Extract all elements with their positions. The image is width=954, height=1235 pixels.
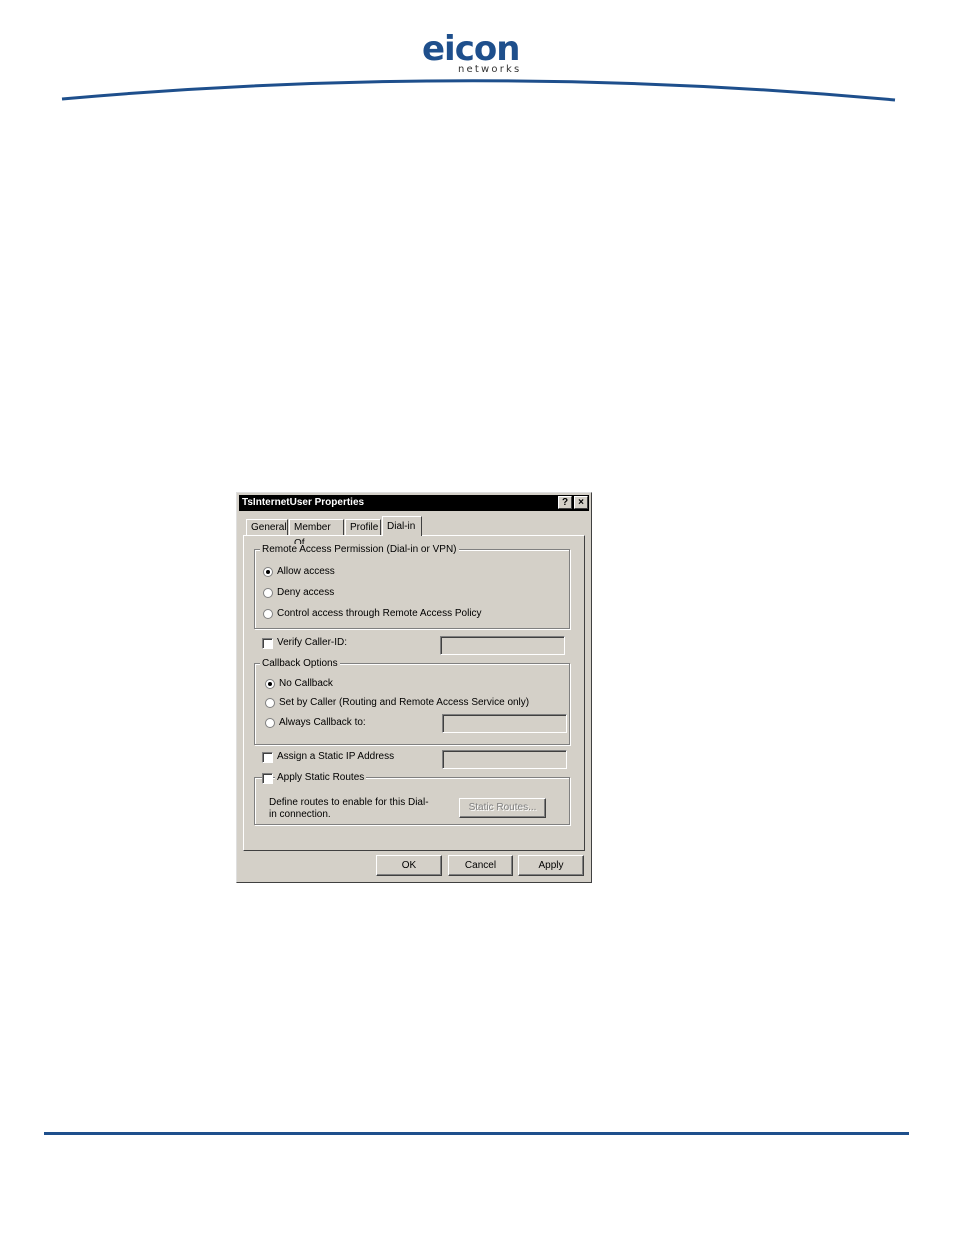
static-ip-label: Assign a Static IP Address: [277, 751, 395, 762]
properties-dialog: TsInternetUser Properties ? × General Me…: [236, 492, 592, 883]
static-ip-field[interactable]: [442, 750, 567, 769]
cancel-button[interactable]: Cancel: [448, 855, 513, 876]
allow-access-label: Allow access: [277, 566, 335, 577]
static-routes-description: Define routes to enable for this Dial-in…: [269, 797, 429, 820]
eicon-networks-logo: eicon networks: [422, 30, 520, 74]
verify-caller-id-label: Verify Caller-ID:: [277, 637, 348, 648]
remote-access-legend: Remote Access Permission (Dial-in or VPN…: [260, 544, 459, 556]
set-by-caller-label: Set by Caller (Routing and Remote Access…: [279, 697, 530, 708]
policy-access-radio[interactable]: [263, 609, 273, 619]
header-rule: [61, 79, 896, 102]
no-callback-radio[interactable]: [265, 679, 275, 689]
static-ip-checkbox[interactable]: [262, 752, 273, 763]
tab-dial-in[interactable]: Dial-in: [382, 516, 422, 536]
always-callback-label: Always Callback to:: [279, 717, 366, 728]
static-routes-checkbox[interactable]: [262, 773, 273, 784]
callback-number-field[interactable]: [442, 714, 567, 733]
apply-button[interactable]: Apply: [518, 855, 584, 876]
callback-legend: Callback Options: [260, 658, 340, 670]
verify-caller-id-checkbox[interactable]: [262, 638, 273, 649]
set-by-caller-radio[interactable]: [265, 698, 275, 708]
ok-button[interactable]: OK: [376, 855, 442, 876]
always-callback-radio[interactable]: [265, 718, 275, 728]
deny-access-label: Deny access: [277, 587, 335, 598]
deny-access-radio[interactable]: [263, 588, 273, 598]
static-routes-button[interactable]: Static Routes...: [459, 798, 546, 818]
dial-in-panel: Remote Access Permission (Dial-in or VPN…: [243, 535, 585, 851]
static-routes-label: Apply Static Routes: [275, 772, 367, 784]
footer-rule: [44, 1132, 909, 1135]
dialog-title: TsInternetUser Properties: [242, 497, 365, 508]
tab-general[interactable]: General: [246, 519, 288, 535]
allow-access-radio[interactable]: [263, 567, 273, 577]
no-callback-label: No Callback: [279, 678, 333, 689]
close-button[interactable]: ×: [574, 496, 588, 509]
tab-profile[interactable]: Profile: [345, 519, 381, 535]
help-button[interactable]: ?: [558, 496, 572, 509]
title-bar: TsInternetUser Properties ? ×: [239, 495, 589, 511]
verify-caller-id-field[interactable]: [440, 636, 565, 655]
tab-member-of[interactable]: Member Of: [289, 519, 344, 549]
policy-access-label: Control access through Remote Access Pol…: [277, 608, 482, 619]
